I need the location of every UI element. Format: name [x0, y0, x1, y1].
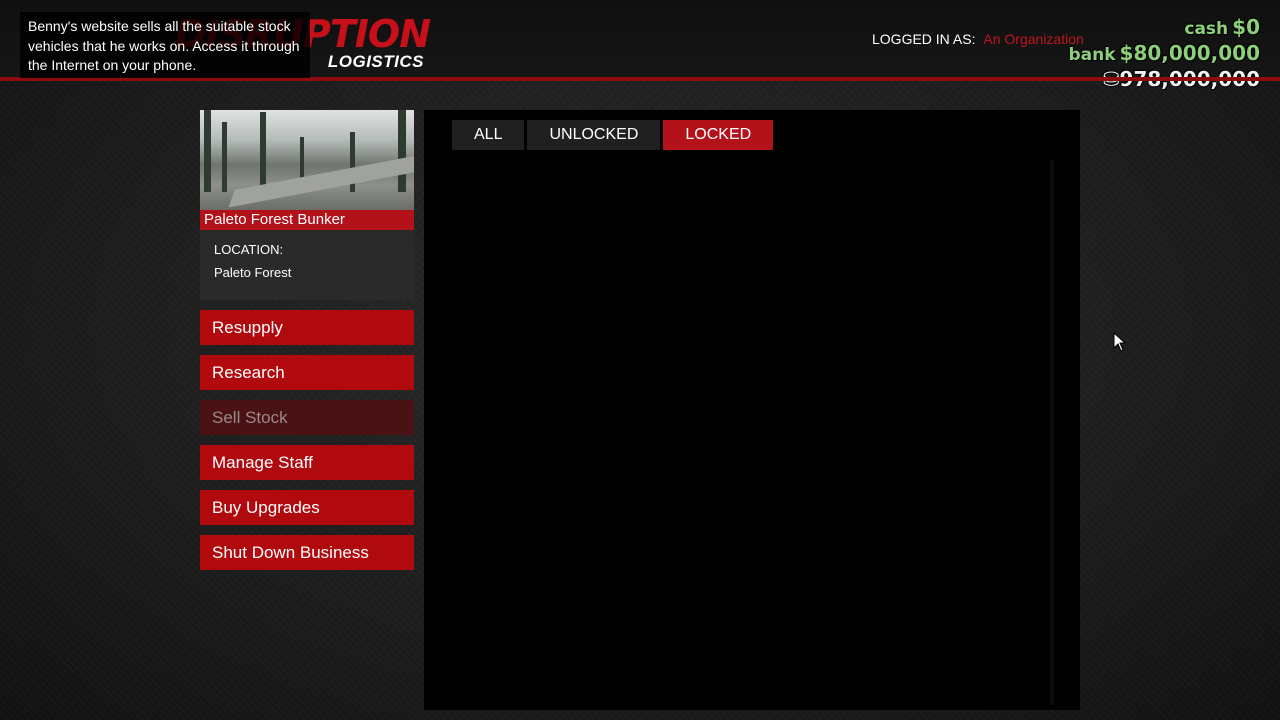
tree-shape — [260, 112, 266, 192]
tab-unlocked[interactable]: UNLOCKED — [527, 120, 661, 150]
bank-value: $80,000,000 — [1119, 41, 1260, 65]
tab-all[interactable]: ALL — [452, 120, 525, 150]
cash-label: cash — [1184, 19, 1229, 39]
business-menu: Resupply Research Sell Stock Manage Staf… — [200, 310, 414, 580]
cash-row: cash $0 — [1068, 14, 1260, 40]
tab-locked[interactable]: LOCKED — [663, 120, 774, 150]
help-tooltip: Benny's website sells all the suitable s… — [20, 12, 310, 78]
disruption-logistics-logo: DISRUPTION LOGISTICS — [175, 12, 440, 72]
tree-shape — [204, 110, 211, 192]
manage-staff-button[interactable]: Manage Staff — [200, 445, 414, 480]
resupply-button[interactable]: Resupply — [200, 310, 414, 345]
business-card: Paleto Forest Bunker LOCATION: Paleto Fo… — [200, 110, 414, 300]
location-value: Paleto Forest — [214, 265, 292, 280]
research-panel: ALL UNLOCKED LOCKED — [424, 110, 1080, 710]
login-label: LOGGED IN AS: — [872, 31, 976, 47]
sell-stock-button: Sell Stock — [200, 400, 414, 435]
business-name: Paleto Forest Bunker — [200, 210, 414, 230]
research-button[interactable]: Research — [200, 355, 414, 390]
buy-upgrades-button[interactable]: Buy Upgrades — [200, 490, 414, 525]
list-scrollbar[interactable] — [1050, 160, 1054, 705]
location-label: LOCATION: — [214, 242, 284, 257]
tree-shape — [398, 110, 406, 192]
tree-shape — [222, 122, 227, 192]
filter-tabs: ALL UNLOCKED LOCKED — [452, 120, 776, 150]
bunker-photo — [200, 110, 414, 210]
bank-label: bank — [1068, 45, 1116, 65]
logo-subtitle: LOGISTICS — [327, 52, 424, 71]
road-shape — [228, 154, 414, 208]
shut-down-business-button[interactable]: Shut Down Business — [200, 535, 414, 570]
mouse-pointer-icon — [1113, 332, 1127, 352]
bank-row: bank $80,000,000 — [1068, 40, 1260, 66]
cash-value: $0 — [1232, 15, 1260, 39]
login-status: LOGGED IN AS: An Organization — [872, 31, 1084, 47]
